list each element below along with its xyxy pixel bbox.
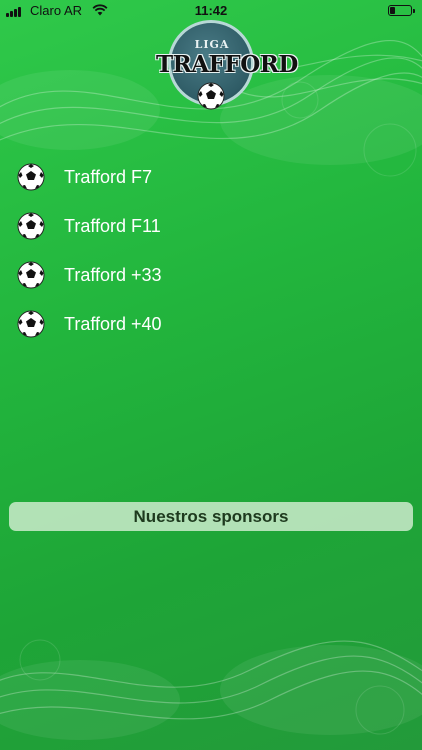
soccer-ball-icon [17, 212, 45, 240]
sponsors-button-label: Nuestros sponsors [133, 506, 289, 526]
soccer-ball-icon [17, 163, 45, 191]
menu-item-label: Trafford F11 [64, 216, 161, 236]
menu-item-label: Trafford +33 [64, 265, 162, 285]
soccer-ball-icon [17, 310, 45, 338]
sponsors-button[interactable]: Nuestros sponsors [9, 502, 413, 531]
logo-liga-text: LIGA [194, 38, 230, 51]
menu-item-label: Trafford +40 [64, 314, 162, 334]
liga-trafford-logo: LIGA TRAFFORD [156, 18, 298, 114]
menu-item-label: Trafford F7 [64, 167, 153, 187]
logo-trafford-text: TRAFFORD [156, 51, 298, 78]
menu-item-trafford-33[interactable]: Trafford +33 [0, 252, 422, 298]
soccer-ball-icon [17, 261, 45, 289]
menu-item-trafford-40[interactable]: Trafford +40 [0, 301, 422, 347]
battery-icon [388, 5, 415, 16]
soccer-ball-icon [197, 82, 225, 110]
clock-time: 11:42 [194, 3, 228, 18]
menu-item-trafford-f11[interactable]: Trafford F11 [0, 203, 422, 249]
menu-item-trafford-f7[interactable]: Trafford F7 [0, 154, 422, 200]
